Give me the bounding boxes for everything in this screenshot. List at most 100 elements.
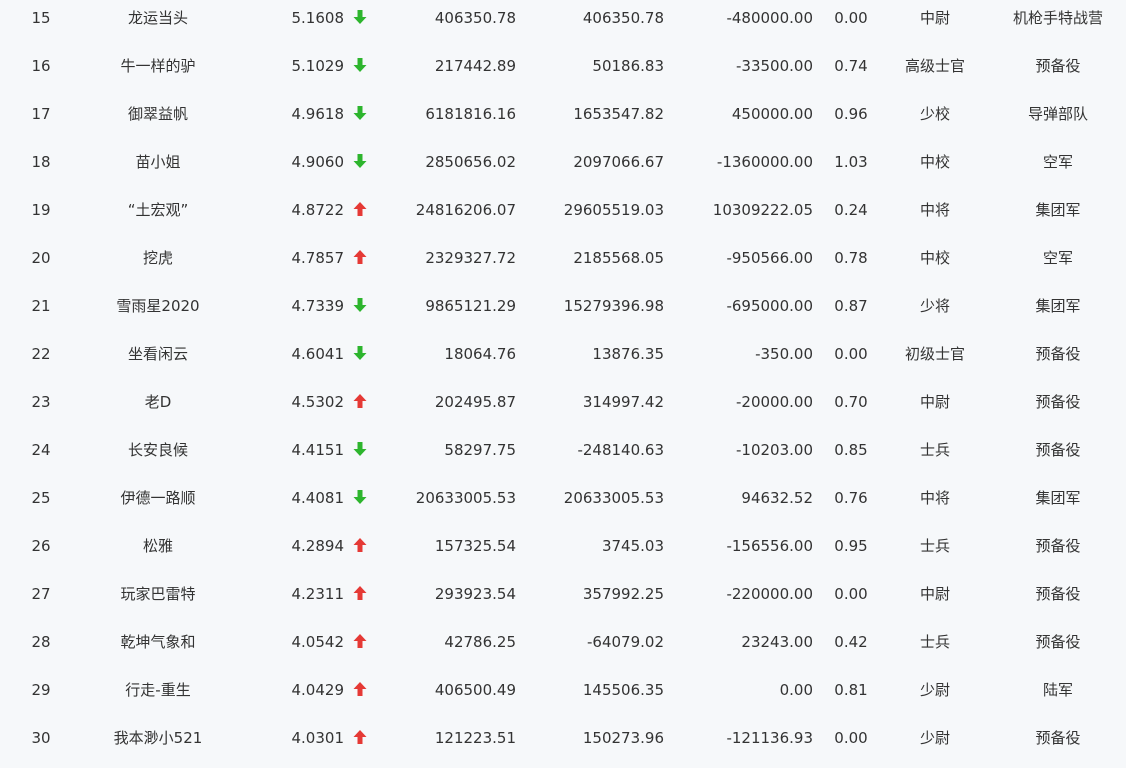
- value-2-cell: 15279396.98: [563, 297, 664, 315]
- value-3-cell: 94632.52: [741, 489, 813, 507]
- arrow-down-icon: [352, 432, 370, 480]
- rank-cell: 23: [31, 393, 51, 411]
- unit-cell: 预备役: [1035, 345, 1081, 363]
- value-1-cell: 18064.76: [444, 345, 516, 363]
- rank-cell: 24: [31, 441, 51, 459]
- military-rank-cell: 中尉: [919, 9, 950, 27]
- unit-cell: 预备役: [1035, 585, 1081, 603]
- score-cell: 4.9618: [291, 105, 345, 123]
- rank-cell: 22: [31, 345, 51, 363]
- arrow-up-icon: [352, 384, 370, 432]
- table-row: 18 苗小姐 4.9060 2850656.02 2097066.67 -1360000.…: [0, 144, 1126, 192]
- value-3-cell: -950566.00: [726, 249, 813, 267]
- rank-cell: 29: [31, 681, 51, 699]
- ratio-cell: 0.81: [834, 681, 868, 699]
- value-3-cell: -20000.00: [736, 393, 813, 411]
- value-2-cell: 20633005.53: [563, 489, 664, 507]
- value-3-cell: -480000.00: [726, 9, 813, 27]
- score-cell: 4.7857: [291, 249, 345, 267]
- military-rank-cell: 中校: [919, 249, 950, 267]
- rank-cell: 18: [31, 153, 51, 171]
- rank-cell: 15: [31, 9, 51, 27]
- ratio-cell: 0.85: [834, 441, 868, 459]
- value-1-cell: 202495.87: [434, 393, 516, 411]
- ratio-cell: 0.74: [834, 57, 868, 75]
- score-cell: 4.0542: [291, 633, 345, 651]
- player-name: 乾坤气象和: [120, 633, 196, 651]
- table-row: 27 玩家巴雷特 4.2311 293923.54 357992.25 -220000.0…: [0, 576, 1126, 624]
- military-rank-cell: 中将: [919, 201, 950, 219]
- score-cell: 4.4081: [291, 489, 345, 507]
- arrow-down-icon: [352, 336, 370, 384]
- unit-cell: 空军: [1042, 249, 1073, 267]
- value-1-cell: 406500.49: [434, 681, 516, 699]
- unit-cell: 集团军: [1035, 201, 1081, 219]
- value-3-cell: 10309222.05: [712, 201, 813, 219]
- table-row: 29 行走-重生 4.0429 406500.49 145506.35 0.00 0.81 少…: [0, 672, 1126, 720]
- arrow-up-icon: [352, 576, 370, 624]
- unit-cell: 预备役: [1035, 57, 1081, 75]
- value-1-cell: 2329327.72: [425, 249, 516, 267]
- rank-cell: 26: [31, 537, 51, 555]
- value-2-cell: 150273.96: [582, 729, 664, 747]
- rank-cell: 21: [31, 297, 51, 315]
- unit-cell: 集团军: [1035, 297, 1081, 315]
- table-row: 21 雪雨星2020 4.7339 9865121.29 15279396.98 -695…: [0, 288, 1126, 336]
- unit-cell: 导弹部队: [1027, 105, 1088, 123]
- military-rank-cell: 初级士官: [904, 345, 965, 363]
- value-1-cell: 217442.89: [434, 57, 516, 75]
- player-name: 龙运当头: [127, 9, 188, 27]
- value-2-cell: 29605519.03: [563, 201, 664, 219]
- player-name: 苗小姐: [135, 153, 181, 171]
- value-1-cell: 24816206.07: [415, 201, 516, 219]
- value-1-cell: 121223.51: [434, 729, 516, 747]
- ratio-cell: 0.00: [834, 345, 868, 363]
- ratio-cell: 0.42: [834, 633, 868, 651]
- unit-cell: 空军: [1042, 153, 1073, 171]
- rank-cell: 27: [31, 585, 51, 603]
- value-1-cell: 2850656.02: [425, 153, 516, 171]
- table-row: 25 伊德一路顺 4.4081 20633005.53 20633005.53 94632…: [0, 480, 1126, 528]
- arrow-down-icon: [352, 288, 370, 336]
- value-2-cell: 406350.78: [582, 9, 664, 27]
- value-2-cell: 145506.35: [582, 681, 664, 699]
- score-cell: 4.0429: [291, 681, 345, 699]
- unit-cell: 预备役: [1035, 537, 1081, 555]
- player-name: 玩家巴雷特: [120, 585, 196, 603]
- value-3-cell: -121136.93: [726, 729, 813, 747]
- player-name: 伊德一路顺: [120, 489, 196, 507]
- value-3-cell: 0.00: [779, 681, 813, 699]
- arrow-up-icon: [352, 672, 370, 720]
- value-1-cell: 9865121.29: [425, 297, 516, 315]
- ratio-cell: 0.87: [834, 297, 868, 315]
- table-row: 26 松雅 4.2894 157325.54 3745.03 -156556.00 0.95…: [0, 528, 1126, 576]
- military-rank-cell: 中校: [919, 153, 950, 171]
- value-1-cell: 293923.54: [434, 585, 516, 603]
- arrow-up-icon: [352, 192, 370, 240]
- ratio-cell: 1.03: [834, 153, 868, 171]
- value-3-cell: -156556.00: [726, 537, 813, 555]
- value-2-cell: 2097066.67: [573, 153, 664, 171]
- score-cell: 4.0301: [291, 729, 345, 747]
- arrow-up-icon: [352, 240, 370, 288]
- military-rank-cell: 士兵: [919, 537, 950, 555]
- unit-cell: 预备役: [1035, 633, 1081, 651]
- value-3-cell: -1360000.00: [716, 153, 813, 171]
- player-name: 御翠益帆: [127, 105, 188, 123]
- value-1-cell: 157325.54: [434, 537, 516, 555]
- ratio-cell: 0.00: [834, 729, 868, 747]
- player-name: “土宏观”: [127, 201, 189, 219]
- player-name: 松雅: [142, 537, 173, 555]
- value-2-cell: 13876.35: [592, 345, 664, 363]
- ranking-table: 15 龙运当头 5.1608 406350.78 406350.78 -480000.00…: [0, 0, 1126, 768]
- unit-cell: 机枪手特战营: [1012, 9, 1103, 27]
- unit-cell: 集团军: [1035, 489, 1081, 507]
- military-rank-cell: 少将: [919, 297, 950, 315]
- value-2-cell: 314997.42: [582, 393, 664, 411]
- player-name: 坐看闲云: [127, 345, 188, 363]
- table-row: 17 御翠益帆 4.9618 6181816.16 1653547.82 450000.0…: [0, 96, 1126, 144]
- table-row: 24 长安良候 4.4151 58297.75 -248140.63 -10203.00 0…: [0, 432, 1126, 480]
- table-row: 16 牛一样的驴 5.1029 217442.89 50186.83 -33500.00 0…: [0, 48, 1126, 96]
- arrow-down-icon: [352, 0, 370, 48]
- score-cell: 4.4151: [291, 441, 345, 459]
